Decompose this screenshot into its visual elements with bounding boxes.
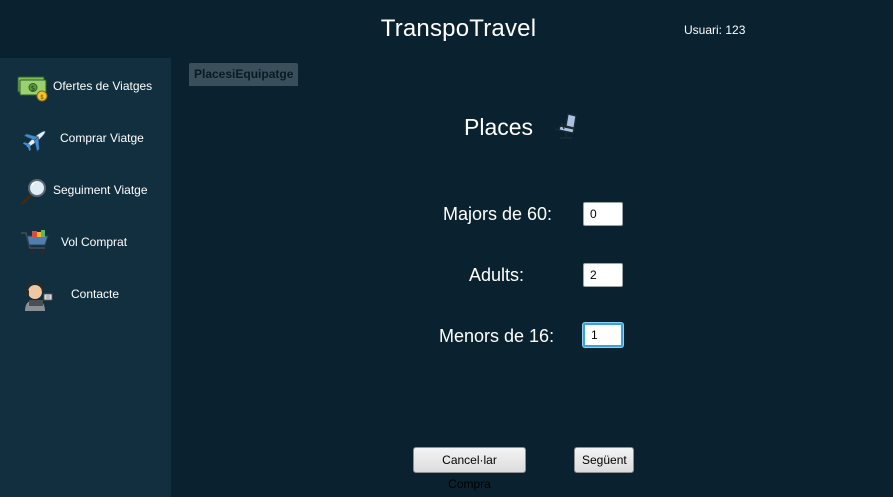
support-agent-icon <box>21 280 53 311</box>
user-label: Usuari: 123 <box>684 23 746 37</box>
seat-icon <box>552 111 584 143</box>
adults-input[interactable] <box>583 263 623 287</box>
cart-icon <box>19 228 51 258</box>
svg-text:$: $ <box>40 94 44 101</box>
label-adults: Adults: <box>469 265 525 285</box>
menors-16-input[interactable] <box>583 323 623 347</box>
sidebar-item-comprar[interactable]: Comprar Viatge <box>0 118 171 158</box>
next-button[interactable]: Següent <box>574 447 634 473</box>
section-title: Places <box>464 114 534 140</box>
majors-60-input[interactable] <box>583 202 623 226</box>
main-panel: PlacesiEquipatge Places Majors de 60: Ad… <box>171 58 893 497</box>
label-menors-16: Menors de 16: <box>439 326 555 346</box>
sidebar-item-label: Seguiment Viatge <box>53 183 148 197</box>
svg-text:$: $ <box>31 85 35 93</box>
sidebar-item-seguiment[interactable]: Seguiment Viatge <box>0 170 171 210</box>
airplane-icon <box>21 124 53 154</box>
app-title: TranspoTravel <box>380 15 537 42</box>
sidebar-item-ofertes[interactable]: $ $ Ofertes de Viatges <box>0 66 171 106</box>
sidebar-item-label: Vol Comprat <box>61 235 128 249</box>
sidebar-item-label: Comprar Viatge <box>60 131 144 145</box>
label-majors-60: Majors de 60: <box>443 204 553 224</box>
cancel-purchase-button[interactable]: Cancel·lar Compra <box>413 447 526 491</box>
sidebar-item-label: Contacte <box>71 287 120 301</box>
tab-places-equipatge[interactable]: PlacesiEquipatge <box>189 63 299 86</box>
sidebar-item-contacte[interactable]: Contacte <box>0 274 171 314</box>
sidebar: $ $ Ofertes de Viatges Comprar Viatge Se… <box>0 58 171 497</box>
magnifier-icon <box>20 176 52 206</box>
sidebar-item-label: Ofertes de Viatges <box>53 79 153 93</box>
sidebar-item-vol-comprat[interactable]: Vol Comprat <box>0 222 171 262</box>
money-icon: $ $ <box>17 72 49 102</box>
app-header: TranspoTravel Usuari: 123 <box>0 0 893 58</box>
